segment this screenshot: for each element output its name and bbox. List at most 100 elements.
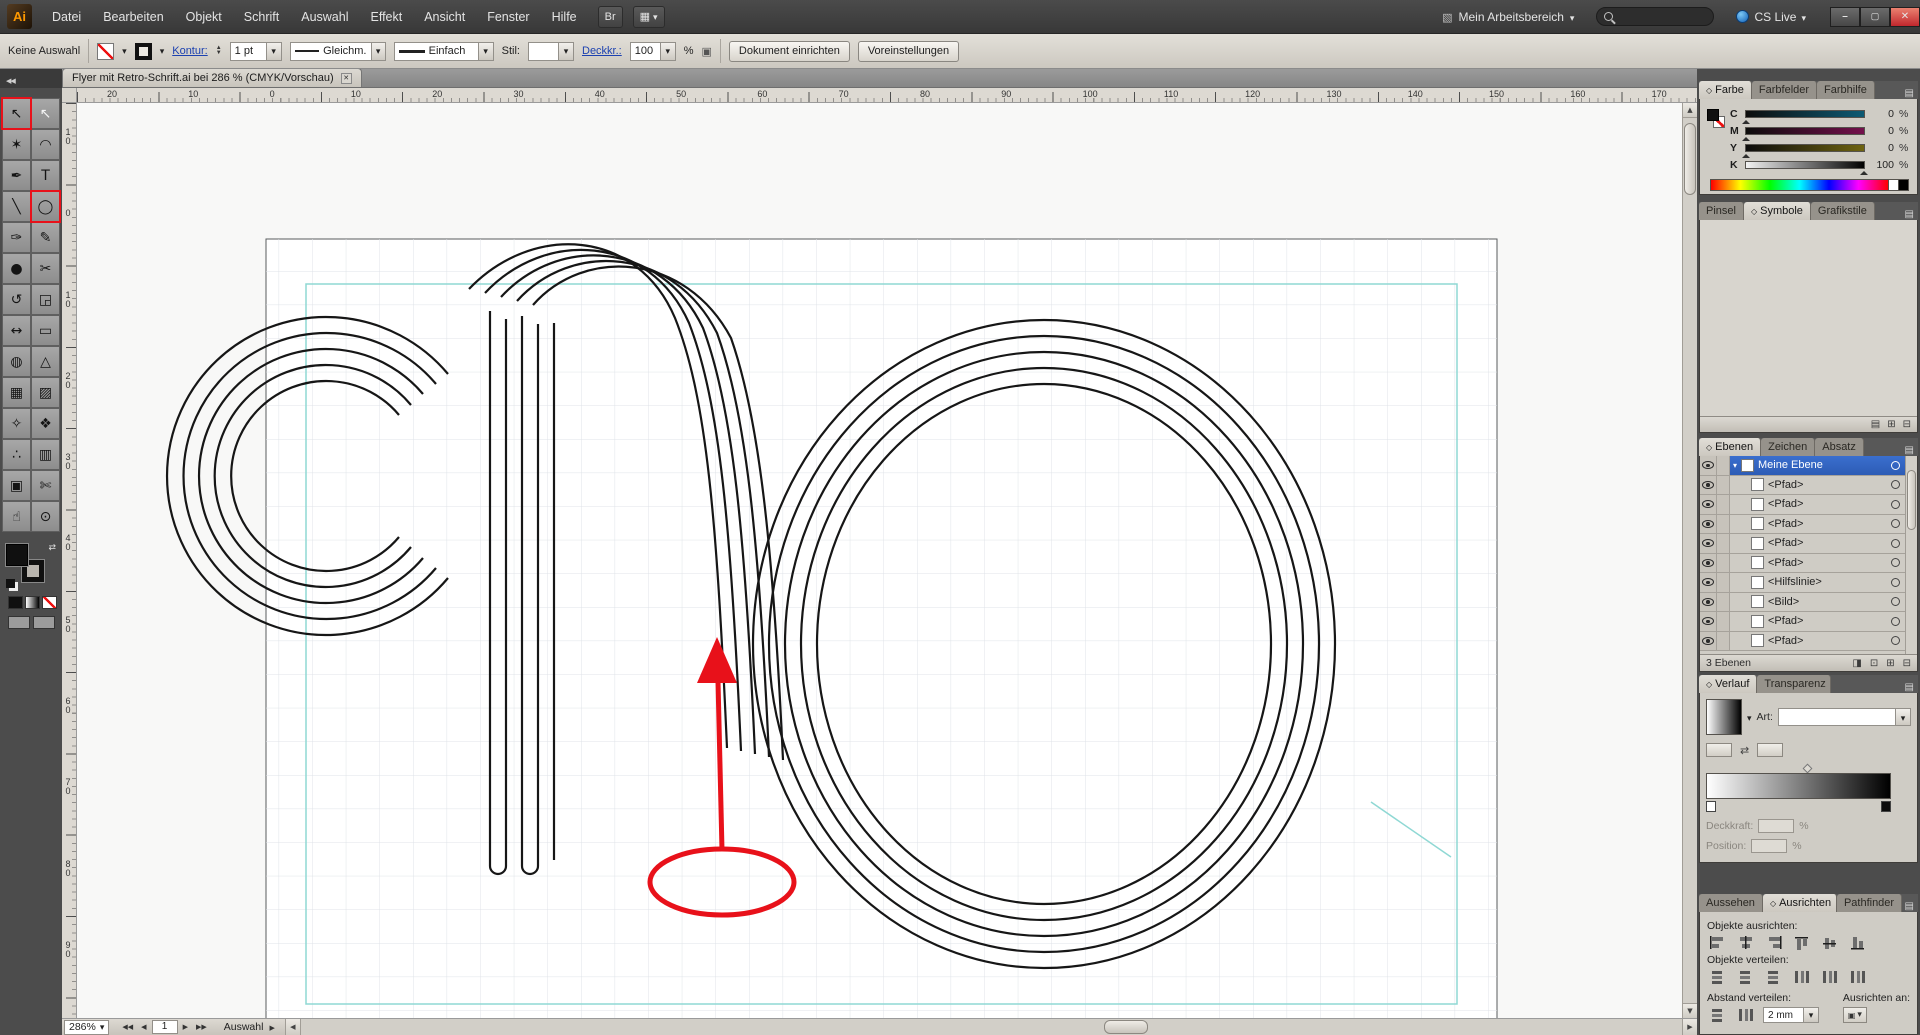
distribute-right-button[interactable] xyxy=(1847,969,1868,985)
lock-cell[interactable] xyxy=(1717,573,1730,592)
color-spectrum[interactable] xyxy=(1710,179,1909,191)
slider-thumb-icon[interactable] xyxy=(1742,116,1750,124)
visibility-icon[interactable] xyxy=(1702,617,1714,625)
default-fill-stroke-icon[interactable] xyxy=(6,579,15,588)
mesh-tool[interactable]: ▦ xyxy=(2,377,31,408)
object-name[interactable]: <Bild> xyxy=(1768,596,1799,608)
slice-tool[interactable]: ✄ xyxy=(31,470,60,501)
visibility-icon[interactable] xyxy=(1702,637,1714,645)
target-icon[interactable] xyxy=(1891,539,1900,548)
target-icon[interactable] xyxy=(1891,558,1900,567)
target-icon[interactable] xyxy=(1891,519,1900,528)
delete-item-icon[interactable]: ⊟ xyxy=(1903,419,1911,430)
channel-value[interactable]: 0 xyxy=(1870,125,1894,137)
panel-tab[interactable]: Verlauf xyxy=(1699,675,1757,693)
scissors-tool[interactable]: ✂ xyxy=(31,253,60,284)
lock-cell[interactable] xyxy=(1717,593,1730,612)
stroke-weight-stepper[interactable]: ▲▼ xyxy=(216,46,222,56)
panel-tab[interactable]: Ausrichten xyxy=(1763,894,1837,912)
align-to-button[interactable]: ▣ xyxy=(1843,1007,1867,1023)
expand-icon[interactable] xyxy=(1733,459,1737,471)
hand-tool[interactable]: ☝ xyxy=(2,501,31,532)
stroke-weight-select[interactable]: 1 pt xyxy=(230,42,282,61)
visibility-icon[interactable] xyxy=(1702,500,1714,508)
last-artboard-icon[interactable]: ▶▶ xyxy=(193,1023,210,1031)
line-segment-tool[interactable]: ╲ xyxy=(2,191,31,222)
stroke-link[interactable]: Kontur: xyxy=(172,45,207,57)
object-name[interactable]: <Hilfslinie> xyxy=(1768,576,1822,588)
target-icon[interactable] xyxy=(1891,597,1900,606)
cs-live-button[interactable]: CS Live xyxy=(1726,10,1816,24)
symbols-list[interactable] xyxy=(1700,220,1917,416)
panel-menu-icon[interactable] xyxy=(1905,898,1914,912)
graphic-style-select[interactable] xyxy=(528,42,574,61)
align-horizontal-center-button[interactable] xyxy=(1735,935,1756,951)
channel-slider[interactable] xyxy=(1745,127,1865,135)
visibility-icon[interactable] xyxy=(1702,520,1714,528)
layer-row[interactable]: <Pfad> xyxy=(1700,476,1905,496)
scroll-down-icon[interactable]: ▼ xyxy=(1683,1003,1697,1018)
channel-value[interactable]: 100 xyxy=(1870,159,1894,171)
panel-tab[interactable]: Aussehen xyxy=(1699,894,1763,912)
panel-menu-icon[interactable] xyxy=(1905,206,1914,220)
lock-cell[interactable] xyxy=(1717,612,1730,631)
gradient-position-field[interactable] xyxy=(1751,839,1787,853)
channel-value[interactable]: 0 xyxy=(1870,142,1894,154)
close-button[interactable] xyxy=(1890,7,1920,27)
gradient-button[interactable] xyxy=(25,596,40,609)
target-icon[interactable] xyxy=(1891,617,1900,626)
pencil-tool[interactable]: ✎ xyxy=(31,222,60,253)
layer-row[interactable]: <Pfad> xyxy=(1700,632,1905,652)
selection-tool[interactable]: ↖ xyxy=(2,98,31,129)
brush-definition-select[interactable]: Einfach xyxy=(394,42,494,61)
align-vertical-middle-button[interactable] xyxy=(1819,935,1840,951)
gradient-angle-field[interactable] xyxy=(1706,743,1732,757)
panel-fill-stroke-indicator[interactable] xyxy=(1707,109,1727,131)
channel-slider[interactable] xyxy=(1745,110,1865,118)
menu-item[interactable]: Fenster xyxy=(476,10,540,24)
arrange-documents-icon[interactable]: ▦ xyxy=(633,6,665,28)
scroll-right-icon[interactable]: ▶ xyxy=(1682,1019,1697,1035)
white-swatch[interactable] xyxy=(1888,180,1898,190)
library-icon[interactable]: ▤ xyxy=(1871,419,1880,430)
workspace-switcher[interactable]: Mein Arbeitsbereich xyxy=(1432,10,1584,24)
menu-item[interactable]: Ansicht xyxy=(413,10,476,24)
align-vertical-bottom-button[interactable] xyxy=(1847,935,1868,951)
panel-tab[interactable]: Farbfelder xyxy=(1752,81,1817,99)
new-item-icon[interactable]: ⊞ xyxy=(1887,419,1895,430)
free-transform-tool[interactable]: ▭ xyxy=(31,315,60,346)
first-artboard-icon[interactable]: ◀◀ xyxy=(119,1023,136,1031)
panel-tab[interactable]: Zeichen xyxy=(1761,438,1815,456)
direct-selection-tool[interactable]: ↖ xyxy=(31,98,60,129)
menu-item[interactable]: Bearbeiten xyxy=(92,10,174,24)
scrollbar-thumb[interactable] xyxy=(1907,470,1916,530)
new-layer-icon[interactable]: ⊞ xyxy=(1886,658,1894,669)
scale-tool[interactable]: ◲ xyxy=(31,284,60,315)
panel-menu-icon[interactable] xyxy=(1905,442,1914,456)
document-setup-button[interactable]: Dokument einrichten xyxy=(729,41,850,62)
menu-item[interactable]: Objekt xyxy=(175,10,233,24)
panel-menu-icon[interactable] xyxy=(1905,679,1914,693)
color-button[interactable] xyxy=(8,596,23,609)
slider-thumb-icon[interactable] xyxy=(1860,167,1868,175)
horizontal-scrollbar[interactable]: ◀ ▶ xyxy=(285,1019,1697,1035)
previous-artboard-icon[interactable]: ◀ xyxy=(138,1023,149,1031)
next-artboard-icon[interactable]: ▶ xyxy=(180,1023,191,1031)
collapse-tool-panel-strip[interactable] xyxy=(0,69,62,88)
magic-wand-tool[interactable]: ✶ xyxy=(2,129,31,160)
lock-cell[interactable] xyxy=(1717,534,1730,553)
align-vertical-top-button[interactable] xyxy=(1791,935,1812,951)
layer-row[interactable]: <Pfad> xyxy=(1700,495,1905,515)
target-icon[interactable] xyxy=(1891,578,1900,587)
lock-cell[interactable] xyxy=(1717,476,1730,495)
panel-tab[interactable]: Ebenen xyxy=(1699,438,1761,456)
menu-item[interactable]: Effekt xyxy=(359,10,413,24)
search-input[interactable] xyxy=(1596,7,1714,26)
vertical-spacing-button[interactable] xyxy=(1707,1007,1728,1023)
object-name[interactable]: <Pfad> xyxy=(1768,635,1803,647)
swap-fill-stroke-icon[interactable] xyxy=(48,542,56,553)
eyedropper-tool[interactable]: ✧ xyxy=(2,408,31,439)
layers-scrollbar[interactable] xyxy=(1905,456,1917,654)
visibility-icon[interactable] xyxy=(1702,578,1714,586)
vertical-ruler[interactable]: 100102030405060708090 xyxy=(62,103,77,1018)
